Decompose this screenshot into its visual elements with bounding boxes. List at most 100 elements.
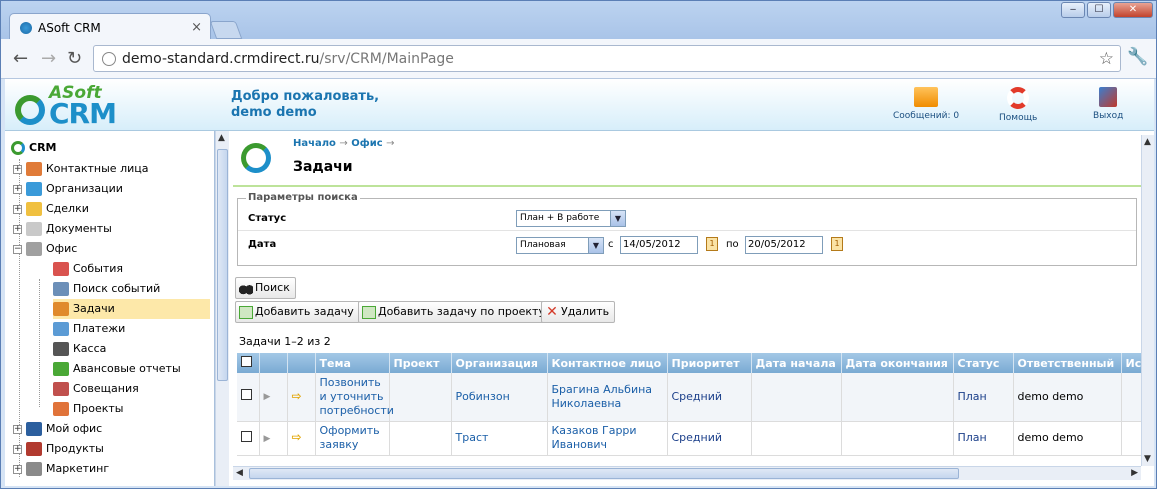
main-vertical-scrollbar[interactable]: ▲ ▼ xyxy=(1141,135,1154,466)
breadcrumb-home-link[interactable]: Начало xyxy=(293,138,336,149)
task-extra xyxy=(1121,421,1141,456)
sidebar-item-contacts[interactable]: + Контактные лица xyxy=(13,159,148,179)
column-end-date[interactable]: Дата окончания xyxy=(841,353,954,373)
calendar-icon[interactable]: 1 xyxy=(831,237,843,251)
expand-icon[interactable]: + xyxy=(13,164,22,174)
main-horizontal-scrollbar[interactable]: ◀ ▶ xyxy=(233,466,1141,480)
forward-icon[interactable]: → xyxy=(41,48,56,69)
sidebar-item-meetings[interactable]: Совещания xyxy=(53,379,139,399)
reload-icon[interactable]: ↻ xyxy=(67,48,82,69)
task-organization-link[interactable]: Траст xyxy=(451,421,548,456)
sidebar-scroll-thumb[interactable] xyxy=(217,149,228,381)
meetings-icon xyxy=(53,382,69,396)
messages-button[interactable]: Сообщений: 0 xyxy=(893,87,959,121)
date-type-select[interactable]: Плановая ▼ xyxy=(516,237,604,254)
scroll-up-icon[interactable]: ▲ xyxy=(1144,137,1151,147)
close-button[interactable]: ✕ xyxy=(1113,2,1153,18)
sidebar-item-tasks[interactable]: Задачи xyxy=(53,299,210,319)
expand-icon[interactable]: + xyxy=(13,424,22,434)
column-priority[interactable]: Приоритет xyxy=(667,353,752,373)
row-checkbox[interactable] xyxy=(241,389,252,401)
select-all-checkbox[interactable] xyxy=(241,356,252,367)
back-icon[interactable]: ← xyxy=(13,48,28,69)
sidebar-item-products[interactable]: + Продукты xyxy=(13,439,104,459)
table-header: Тема Проект Организация Контактное лицо … xyxy=(237,353,1141,373)
maximize-button[interactable]: ☐ xyxy=(1087,2,1111,18)
date-to-input[interactable]: 20/05/2012 xyxy=(745,236,823,254)
expand-triangle-icon[interactable]: ▶ xyxy=(264,392,271,402)
task-contact-link[interactable]: Казаков Гарри Иванович xyxy=(547,421,668,456)
sidebar-item-deals[interactable]: + Сделки xyxy=(13,199,89,219)
row-checkbox[interactable] xyxy=(241,430,252,442)
scroll-up-icon[interactable]: ▲ xyxy=(218,133,225,143)
add-task-by-project-button[interactable]: Добавить задачу по проекту xyxy=(358,301,551,323)
scroll-left-icon[interactable]: ◀ xyxy=(236,468,243,478)
search-button[interactable]: Поиск xyxy=(235,277,296,299)
column-status[interactable]: Статус xyxy=(953,353,1014,373)
sidebar-item-marketing[interactable]: + Маркетинг xyxy=(13,459,109,479)
column-truncated[interactable]: Ис xyxy=(1121,353,1141,373)
expand-icon[interactable]: + xyxy=(13,184,22,194)
expand-triangle-icon[interactable]: ▶ xyxy=(264,434,271,444)
row-select-cell[interactable] xyxy=(237,421,260,456)
help-button[interactable]: Помощь xyxy=(999,87,1037,123)
scroll-right-icon[interactable]: ▶ xyxy=(1131,468,1138,478)
column-project[interactable]: Проект xyxy=(389,353,452,373)
task-topic-link[interactable]: Оформить заявку xyxy=(315,421,390,456)
bookmark-star-icon[interactable]: ☆ xyxy=(1099,49,1114,69)
calendar-icon[interactable]: 1 xyxy=(706,237,718,251)
task-priority: Средний xyxy=(667,373,752,422)
new-tab-button[interactable] xyxy=(209,21,243,39)
scroll-down-icon[interactable]: ▼ xyxy=(1144,454,1151,464)
sidebar-scrollbar[interactable]: ▲ xyxy=(215,131,229,486)
sidebar-item-advance-reports[interactable]: Авансовые отчеты xyxy=(53,359,181,379)
column-owner[interactable]: Ответственный xyxy=(1013,353,1122,373)
row-select-cell[interactable] xyxy=(237,373,260,422)
minimize-button[interactable]: ‒ xyxy=(1061,2,1085,18)
task-topic-link[interactable]: Позвонить и уточнить потребности xyxy=(315,373,394,422)
status-select[interactable]: План + В работе ▼ xyxy=(516,210,626,227)
sidebar-item-events[interactable]: События xyxy=(53,259,123,279)
table-row[interactable]: ▶ ⇨ Оформить заявку Траст Казаков Гарри … xyxy=(237,421,1141,456)
tree-root-crm[interactable]: CRM xyxy=(11,138,57,158)
expand-icon[interactable]: + xyxy=(13,464,22,474)
sidebar-item-my-office[interactable]: + Мой офис xyxy=(13,419,102,439)
browser-window: ASoft CRM × ‒ ☐ ✕ ← → ↻ demo-standard.cr… xyxy=(0,0,1157,489)
tab-close-icon[interactable]: × xyxy=(191,20,202,35)
column-start-date[interactable]: Дата начала xyxy=(751,353,842,373)
asoft-crm-logo[interactable]: ASoft CRM xyxy=(13,83,123,130)
breadcrumb-office-link[interactable]: Офис xyxy=(351,138,382,149)
expand-cell[interactable]: ▶ xyxy=(259,373,288,422)
exit-button[interactable]: Выход xyxy=(1093,87,1123,121)
select-all-cell[interactable] xyxy=(237,353,260,373)
add-task-button[interactable]: Добавить задачу xyxy=(235,301,360,323)
divider xyxy=(233,185,1141,187)
address-bar[interactable]: demo-standard.crmdirect.ru/srv/CRM/MainP… xyxy=(93,45,1121,72)
task-organization-link[interactable]: Робинзон xyxy=(451,373,548,422)
column-contact[interactable]: Контактное лицо xyxy=(547,353,668,373)
collapse-icon[interactable]: − xyxy=(13,244,22,254)
table-row[interactable]: ▶ ⇨ Позвонить и уточнить потребности Роб… xyxy=(237,373,1141,422)
sidebar-item-office[interactable]: − Офис xyxy=(13,239,77,259)
sidebar-item-label: Сделки xyxy=(46,202,89,215)
sidebar-item-documents[interactable]: + Документы xyxy=(13,219,112,239)
date-from-input[interactable]: 14/05/2012 xyxy=(620,236,698,254)
sidebar-item-cashbox[interactable]: Касса xyxy=(53,339,106,359)
sidebar-item-projects[interactable]: Проекты xyxy=(53,399,124,419)
browser-tab[interactable]: ASoft CRM × xyxy=(9,13,211,40)
sidebar-item-organizations[interactable]: + Организации xyxy=(13,179,123,199)
task-contact-link[interactable]: Брагина Альбина Николаевна xyxy=(547,373,668,422)
horizontal-scroll-thumb[interactable] xyxy=(249,468,959,479)
expand-icon[interactable]: + xyxy=(13,444,22,454)
expand-icon[interactable]: + xyxy=(13,204,22,214)
sidebar-item-search-events[interactable]: Поиск событий xyxy=(53,279,160,299)
wrench-icon[interactable]: 🔧 xyxy=(1127,47,1148,67)
sidebar-item-payments[interactable]: Платежи xyxy=(53,319,125,339)
arrow-cell: ⇨ xyxy=(287,421,316,456)
expand-icon[interactable]: + xyxy=(13,224,22,234)
column-topic[interactable]: Тема xyxy=(315,353,390,373)
delete-button[interactable]: ✕ Удалить xyxy=(541,301,616,323)
status-row: Статус План + В работе ▼ xyxy=(238,207,1136,231)
expand-cell[interactable]: ▶ xyxy=(259,421,288,456)
column-organization[interactable]: Организация xyxy=(451,353,548,373)
